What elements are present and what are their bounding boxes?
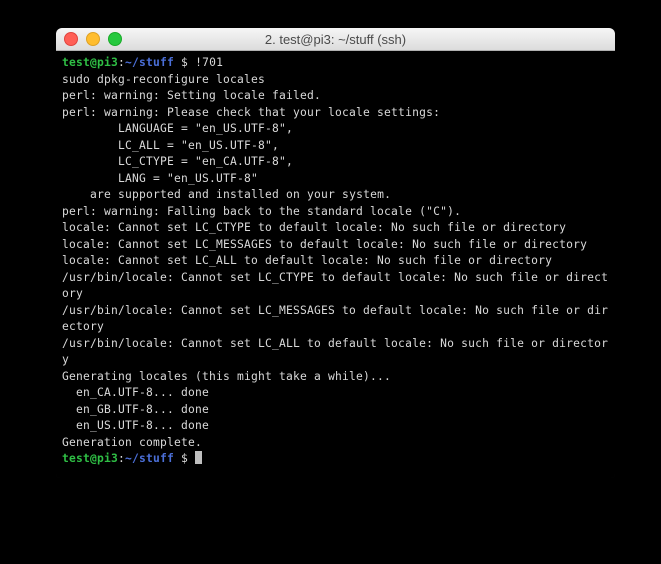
output-line: locale: Cannot set LC_MESSAGES to defaul…: [62, 237, 609, 254]
output-line: en_CA.UTF-8... done: [62, 385, 609, 402]
traffic-lights: [56, 32, 122, 46]
zoom-button[interactable]: [108, 32, 122, 46]
output-line: LANGUAGE = "en_US.UTF-8",: [62, 121, 609, 138]
prompt-symbol: $: [174, 56, 195, 69]
command-text: !701: [195, 56, 223, 69]
output-line: LC_CTYPE = "en_CA.UTF-8",: [62, 154, 609, 171]
close-button[interactable]: [64, 32, 78, 46]
output-line: perl: warning: Setting locale failed.: [62, 88, 609, 105]
output-line: LC_ALL = "en_US.UTF-8",: [62, 138, 609, 155]
output-line: en_US.UTF-8... done: [62, 418, 609, 435]
output-line: are supported and installed on your syst…: [62, 187, 609, 204]
output-line: perl: warning: Falling back to the stand…: [62, 204, 609, 221]
output-line: /usr/bin/locale: Cannot set LC_MESSAGES …: [62, 303, 609, 336]
output-line: LANG = "en_US.UTF-8": [62, 171, 609, 188]
output-line: Generating locales (this might take a wh…: [62, 369, 609, 386]
prompt-user-host: test@pi3: [62, 56, 118, 69]
output-line: sudo dpkg-reconfigure locales: [62, 72, 609, 89]
output-line: perl: warning: Please check that your lo…: [62, 105, 609, 122]
output-line: Generation complete.: [62, 435, 609, 452]
prompt-colon: :: [118, 56, 125, 69]
output-line: locale: Cannot set LC_ALL to default loc…: [62, 253, 609, 270]
prompt-colon: :: [118, 452, 125, 465]
window-title: 2. test@pi3: ~/stuff (ssh): [56, 32, 615, 47]
output-line: /usr/bin/locale: Cannot set LC_ALL to de…: [62, 336, 609, 369]
terminal-body[interactable]: test@pi3:~/stuff $ !701sudo dpkg-reconfi…: [56, 51, 615, 478]
prompt-path: ~/stuff: [125, 56, 174, 69]
terminal-window: 2. test@pi3: ~/stuff (ssh) test@pi3:~/st…: [56, 28, 615, 478]
output-line: en_GB.UTF-8... done: [62, 402, 609, 419]
prompt-symbol: $: [174, 452, 195, 465]
minimize-button[interactable]: [86, 32, 100, 46]
cursor: [195, 451, 202, 464]
prompt-user-host: test@pi3: [62, 452, 118, 465]
titlebar[interactable]: 2. test@pi3: ~/stuff (ssh): [56, 28, 615, 51]
output-line: locale: Cannot set LC_CTYPE to default l…: [62, 220, 609, 237]
output-line: /usr/bin/locale: Cannot set LC_CTYPE to …: [62, 270, 609, 303]
prompt-path: ~/stuff: [125, 452, 174, 465]
